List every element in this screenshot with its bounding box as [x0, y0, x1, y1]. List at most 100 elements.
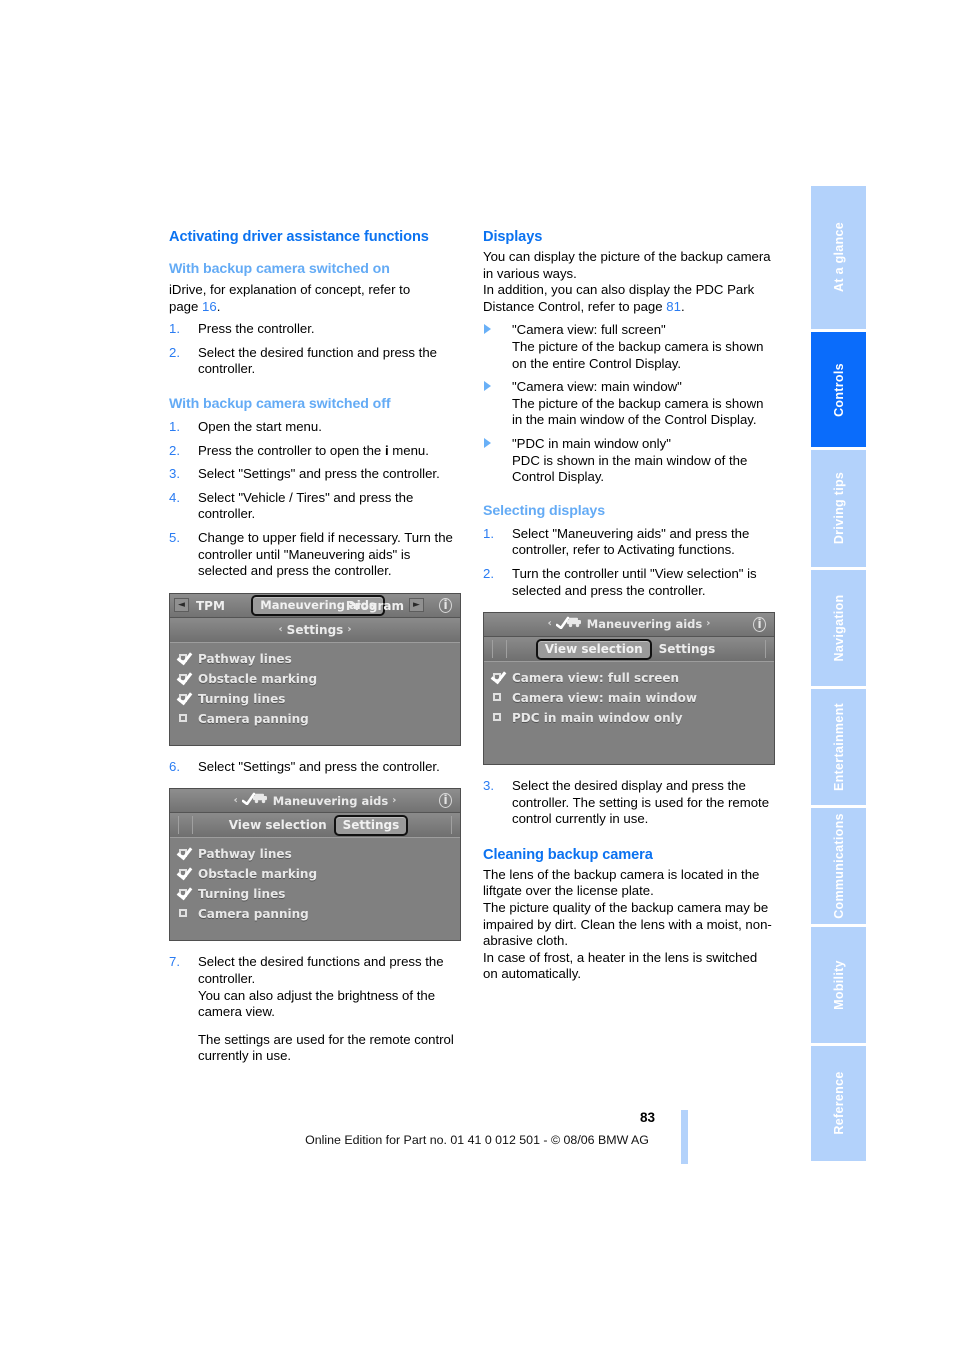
subheading-camera-off: With backup camera switched off — [169, 395, 391, 412]
step-text: Select "Vehicle / Tires" and press the c… — [198, 489, 414, 522]
idrive-title-bar: ‹ Maneuvering aids › i — [170, 789, 460, 814]
nav-left-icon[interactable]: ◄ — [174, 597, 189, 612]
step-6-container: 6. Select "Settings" and press the contr… — [169, 759, 461, 776]
list-item: 6. Select "Settings" and press the contr… — [169, 759, 461, 776]
option-label: Turning lines — [198, 691, 286, 706]
page-reference-16[interactable]: 16 — [202, 299, 217, 314]
step-number: 6. — [169, 758, 180, 774]
checkbox-unchecked-icon[interactable] — [178, 713, 191, 725]
subheading-camera-on: With backup camera switched on — [169, 261, 390, 277]
bullet-title: "PDC in main window only" — [512, 435, 671, 451]
checkbox-checked-icon[interactable] — [490, 667, 507, 685]
period: . — [680, 298, 685, 314]
list-item[interactable]: Obstacle marking — [176, 864, 460, 884]
tab-settings[interactable]: Settings — [652, 641, 723, 658]
step-number: 1. — [483, 525, 494, 541]
list-item[interactable]: Turning lines — [176, 884, 460, 904]
list-item[interactable]: Camera view: full screen — [490, 667, 774, 688]
tab-settings-selected[interactable]: Settings — [333, 814, 409, 836]
step-subtext-remote: The settings are used for the remote con… — [198, 1031, 454, 1064]
step-text: Select "Maneuvering aids" and press the … — [512, 525, 750, 558]
list-item[interactable]: Turning lines — [176, 688, 460, 709]
manual-page: At a glance Controls Driving tips Naviga… — [0, 0, 954, 1351]
list-item[interactable]: PDC in main window only — [492, 708, 774, 728]
sidebar-tab-driving-tips[interactable]: Driving tips — [811, 450, 866, 567]
sidebar-tab-controls[interactable]: Controls — [811, 331, 866, 448]
sidebar-tab-label: At a glance — [831, 222, 846, 293]
displays-paragraph-2: In addition, you can also display the PD… — [483, 282, 775, 315]
steps-camera-off: 1. Open the start menu. 2. Press the cont… — [169, 419, 461, 580]
section-tab-sidebar: At a glance Controls Driving tips Naviga… — [811, 186, 866, 1164]
sidebar-tab-entertainment[interactable]: Entertainment — [811, 688, 866, 806]
option-label: Obstacle marking — [198, 671, 318, 686]
heading-selecting-displays: Selecting displays — [483, 502, 605, 519]
bullet-title: "Camera view: full screen" — [512, 322, 666, 338]
list-item: 3. Select "Settings" and press the contr… — [169, 466, 461, 483]
step-number: 2. — [483, 565, 494, 581]
info-icon[interactable]: i — [750, 615, 769, 634]
step-number: 1. — [169, 321, 180, 337]
step-text: Select the desired display and press the… — [512, 778, 770, 827]
tab-program[interactable]: Program — [346, 598, 404, 614]
step-number: 3. — [483, 778, 494, 794]
list-item: 1. Press the controller. — [169, 321, 461, 338]
step-text-post: menu. — [388, 442, 429, 458]
checkbox-checked-icon[interactable] — [176, 668, 193, 686]
sidebar-tab-label: Entertainment — [831, 702, 846, 791]
list-item: 2. Select the desired function and press… — [169, 345, 461, 378]
step-number: 4. — [169, 489, 180, 505]
info-icon[interactable]: i — [436, 791, 455, 810]
sidebar-tab-at-a-glance[interactable]: At a glance — [811, 186, 866, 329]
list-item[interactable]: Camera panning — [178, 709, 460, 729]
sidebar-tab-mobility[interactable]: Mobility — [811, 927, 866, 1043]
idrive-intro-text: iDrive, for explanation of concept, refe… — [169, 282, 411, 297]
page-label: page — [169, 298, 203, 314]
idrive-screenshot-maneuvering-aids-settings: ◄ TPM Maneuvering aids Program ► i ‹ Set… — [169, 592, 461, 746]
option-label: Camera panning — [198, 711, 309, 726]
chevron-right-icon[interactable]: › — [343, 622, 355, 638]
list-item[interactable]: Camera view: main window — [492, 688, 774, 708]
maneuvering-aids-car-icon — [555, 616, 582, 633]
tab-view-selection[interactable]: View selection — [222, 817, 334, 834]
list-item: 1. Select "Maneuvering aids" and press t… — [483, 526, 775, 559]
left-column: Activating driver assistance functions W… — [169, 228, 461, 1072]
list-item[interactable]: Camera panning — [178, 904, 460, 924]
list-item: "Camera view: full screen" The picture o… — [483, 322, 775, 372]
displays-paragraph-1: You can display the picture of the backu… — [483, 249, 771, 281]
nav-right-icon[interactable]: ► — [409, 597, 424, 612]
right-column: Displays You can display the picture of … — [483, 228, 775, 983]
chevron-right-icon[interactable]: › — [388, 793, 400, 809]
step-number: 2. — [169, 344, 180, 360]
option-label: Camera view: full screen — [512, 670, 680, 685]
checkbox-checked-icon[interactable] — [176, 648, 193, 666]
sidebar-tab-navigation[interactable]: Navigation — [811, 569, 866, 686]
list-item[interactable]: Pathway lines — [176, 648, 460, 669]
checkbox-unchecked-icon[interactable] — [492, 712, 505, 724]
tab-view-selection-selected[interactable]: View selection — [535, 638, 652, 660]
checkbox-checked-icon[interactable] — [176, 844, 193, 861]
sidebar-tab-communications[interactable]: Communications — [811, 808, 866, 925]
list-item[interactable]: Obstacle marking — [176, 668, 460, 689]
checkbox-unchecked-icon[interactable] — [492, 692, 505, 704]
checkbox-checked-icon[interactable] — [176, 688, 193, 706]
checkbox-checked-icon[interactable] — [176, 864, 193, 881]
page-reference-81[interactable]: 81 — [666, 299, 681, 314]
step-text: Select the desired functions and press t… — [198, 954, 444, 986]
info-icon[interactable]: i — [436, 596, 455, 615]
list-item[interactable]: Pathway lines — [176, 844, 460, 864]
list-item: "PDC in main window only" PDC is shown i… — [483, 436, 775, 486]
sidebar-tab-label: Mobility — [831, 960, 846, 1010]
idrive-intro-paragraph: iDrive, for explanation of concept, refe… — [169, 282, 461, 315]
chevron-left-icon[interactable]: ‹ — [544, 616, 556, 632]
chevron-right-icon[interactable]: › — [702, 616, 714, 632]
list-item: 3. Select the desired display and press … — [483, 778, 775, 828]
tab-tpm[interactable]: TPM — [196, 598, 225, 614]
checkbox-unchecked-icon[interactable] — [178, 908, 191, 920]
option-label: Camera view: main window — [512, 690, 697, 705]
step-text: Change to upper field if necessary. Turn… — [198, 529, 453, 579]
chevron-left-icon[interactable]: ‹ — [230, 793, 242, 809]
idrive-subtitle: Settings — [286, 622, 344, 637]
checkbox-checked-icon[interactable] — [176, 884, 193, 901]
sidebar-tab-label: Controls — [831, 362, 846, 417]
chevron-left-icon[interactable]: ‹ — [275, 622, 287, 638]
